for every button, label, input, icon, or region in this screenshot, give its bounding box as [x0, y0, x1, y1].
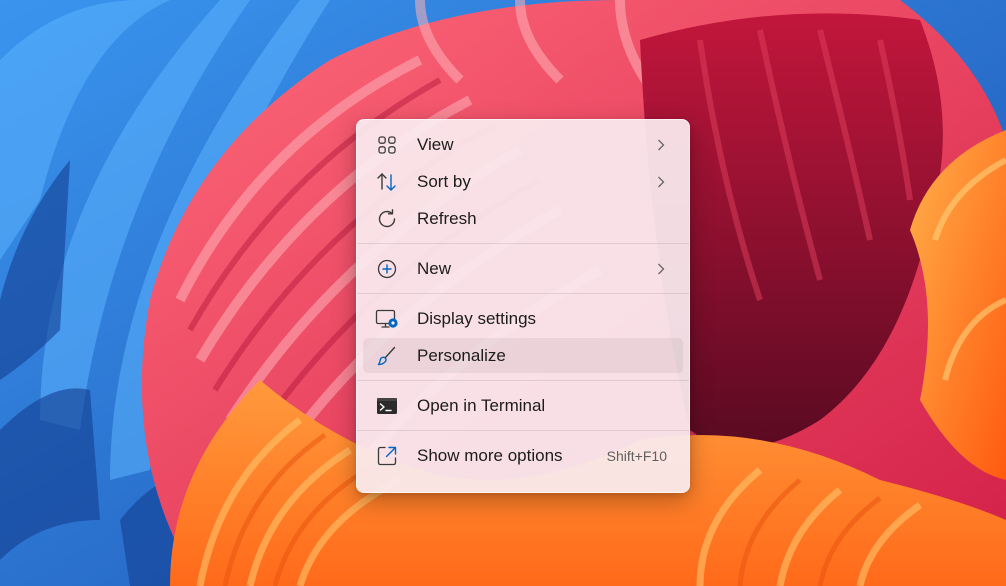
sort-arrows-icon — [375, 170, 399, 194]
chevron-right-icon — [655, 262, 667, 276]
menu-separator — [357, 243, 689, 244]
terminal-icon — [375, 394, 399, 418]
menu-item-personalize[interactable]: Personalize — [363, 338, 683, 373]
menu-separator — [357, 430, 689, 431]
desktop-context-menu: View Sort by Refresh New Display setting… — [356, 119, 690, 493]
menu-item-label: Display settings — [417, 308, 537, 328]
chevron-right-icon — [655, 175, 667, 189]
menu-item-label: Refresh — [417, 208, 477, 228]
refresh-icon — [375, 207, 399, 231]
menu-item-label: Open in Terminal — [417, 395, 546, 415]
menu-item-label: View — [417, 134, 454, 154]
menu-item-label: Show more options — [417, 445, 563, 465]
menu-item-sort-by[interactable]: Sort by — [363, 164, 683, 199]
chevron-right-icon — [655, 138, 667, 152]
menu-separator — [357, 380, 689, 381]
menu-item-label: Sort by — [417, 171, 471, 191]
menu-item-label: New — [417, 258, 452, 278]
menu-item-view[interactable]: View — [363, 127, 683, 162]
menu-item-new[interactable]: New — [363, 251, 683, 286]
menu-item-open-in-terminal[interactable]: Open in Terminal — [363, 388, 683, 423]
paintbrush-icon — [375, 344, 399, 368]
menu-item-refresh[interactable]: Refresh — [363, 201, 683, 236]
expand-icon — [375, 444, 399, 468]
grid-icon — [375, 133, 399, 157]
plus-circle-icon — [375, 257, 399, 281]
menu-item-display-settings[interactable]: Display settings — [363, 301, 683, 336]
display-settings-icon — [375, 307, 399, 331]
menu-separator — [357, 293, 689, 294]
menu-item-show-more-options[interactable]: Show more options Shift+F10 — [363, 438, 683, 473]
menu-item-label: Personalize — [417, 345, 506, 365]
keyboard-shortcut: Shift+F10 — [606, 447, 667, 464]
